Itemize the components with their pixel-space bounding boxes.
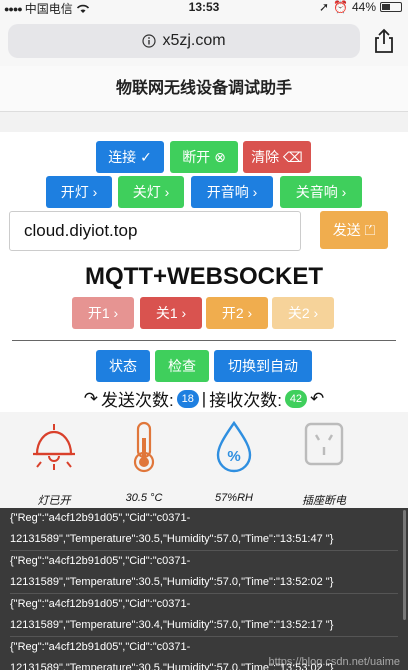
mqtt-title: MQTT+WEBSOCKET	[85, 263, 323, 290]
clear-button[interactable]: 清除 ⌫	[243, 141, 311, 173]
on2-button[interactable]: 开2 ›	[206, 297, 268, 329]
lamp-status: 灯已开	[14, 420, 94, 507]
humidity-drop-icon: %	[216, 420, 252, 473]
send-count-label: 发送次数:	[101, 391, 174, 410]
temperature-label: 30.5 °C	[125, 492, 163, 504]
browser-toolbar: x5zj.com	[0, 14, 408, 66]
log-line: {"Reg":"a4cf12b91d05","Cid":"c0371-	[10, 598, 191, 610]
status-button[interactable]: 状态	[96, 350, 150, 382]
log-line: {"Reg":"a4cf12b91d05","Cid":"c0371-	[10, 555, 191, 567]
off2-button[interactable]: 关2 ›	[272, 297, 334, 329]
socket-status: 插座断电	[284, 420, 364, 507]
svg-text:%: %	[227, 448, 240, 465]
lamp-icon	[33, 424, 75, 470]
battery-icon	[380, 2, 402, 12]
connect-button[interactable]: 连接 ✓	[96, 141, 164, 173]
message-log[interactable]: {"Reg":"a4cf12b91d05","Cid":"c0371- 1213…	[0, 508, 408, 670]
url-text: x5zj.com	[162, 32, 226, 49]
recv-count-label: 接收次数:	[209, 391, 282, 410]
switch-auto-button[interactable]: 切换到自动	[214, 350, 312, 382]
temperature-status: 30.5 °C	[104, 420, 184, 504]
on1-button[interactable]: 开1 ›	[72, 297, 134, 329]
socket-icon	[304, 422, 344, 466]
lamp-status-label: 灯已开	[37, 495, 71, 507]
counter-separator: |	[201, 388, 207, 408]
light-on-button[interactable]: 开灯 ›	[46, 176, 112, 208]
check-button[interactable]: 检查	[155, 350, 209, 382]
info-icon	[142, 34, 157, 48]
battery-percent: 44%	[351, 0, 376, 14]
log-line: {"Reg":"a4cf12b91d05","Cid":"c0371-	[10, 512, 191, 524]
page-title: 物联网无线设备调试助手	[0, 66, 408, 112]
host-input[interactable]: cloud.diyiot.top	[9, 211, 301, 251]
light-off-button[interactable]: 关灯 ›	[118, 176, 184, 208]
message-counter: ↷ 发送次数: 18 | 接收次数: 42 ↶	[0, 386, 408, 411]
humidity-label: 57%RH	[215, 492, 253, 504]
device-status-row: 灯已开 30.5 °C % 57%RH 插座断电	[0, 412, 408, 508]
log-scrollbar[interactable]	[403, 510, 406, 620]
thermometer-icon	[133, 421, 155, 473]
disconnect-button[interactable]: 断开 ⊗	[170, 141, 238, 173]
sound-off-button[interactable]: 关音响 ›	[280, 176, 362, 208]
share-icon[interactable]	[372, 28, 396, 54]
log-entry: {"Reg":"a4cf12b91d05","Cid":"c0371- 1213…	[10, 508, 398, 551]
off1-button[interactable]: 关1 ›	[140, 297, 202, 329]
sound-on-button[interactable]: 开音响 ›	[191, 176, 273, 208]
watermark: https://blog.csdn.net/uaime	[268, 656, 400, 668]
location-icon: ➚	[318, 0, 330, 14]
log-entry: {"Reg":"a4cf12b91d05","Cid":"c0371- 1213…	[10, 551, 398, 594]
humidity-status: % 57%RH	[194, 420, 274, 504]
alarm-icon: ⏰	[333, 0, 348, 14]
socket-label: 插座断电	[302, 495, 346, 507]
recv-count-badge: 42	[284, 389, 307, 408]
recv-arrow-icon: ↶	[309, 388, 325, 408]
divider	[12, 340, 396, 341]
send-button[interactable]: 发送 ⏍	[320, 211, 388, 249]
log-entry: {"Reg":"a4cf12b91d05","Cid":"c0371- 1213…	[10, 594, 398, 637]
status-bar: ●●●● 中国电信 13:53 ➚ ⏰ 44%	[0, 0, 408, 16]
log-line: 12131589","Temperature":30.4,"Humidity":…	[10, 619, 334, 631]
log-line: 12131589","Temperature":30.5,"Humidity":…	[10, 533, 334, 545]
address-bar[interactable]: x5zj.com	[8, 24, 360, 58]
send-arrow-icon: ↷	[83, 388, 99, 408]
log-line: {"Reg":"a4cf12b91d05","Cid":"c0371-	[10, 641, 191, 653]
log-line: 12131589","Temperature":30.5,"Humidity":…	[10, 576, 334, 588]
send-count-badge: 18	[176, 389, 199, 408]
